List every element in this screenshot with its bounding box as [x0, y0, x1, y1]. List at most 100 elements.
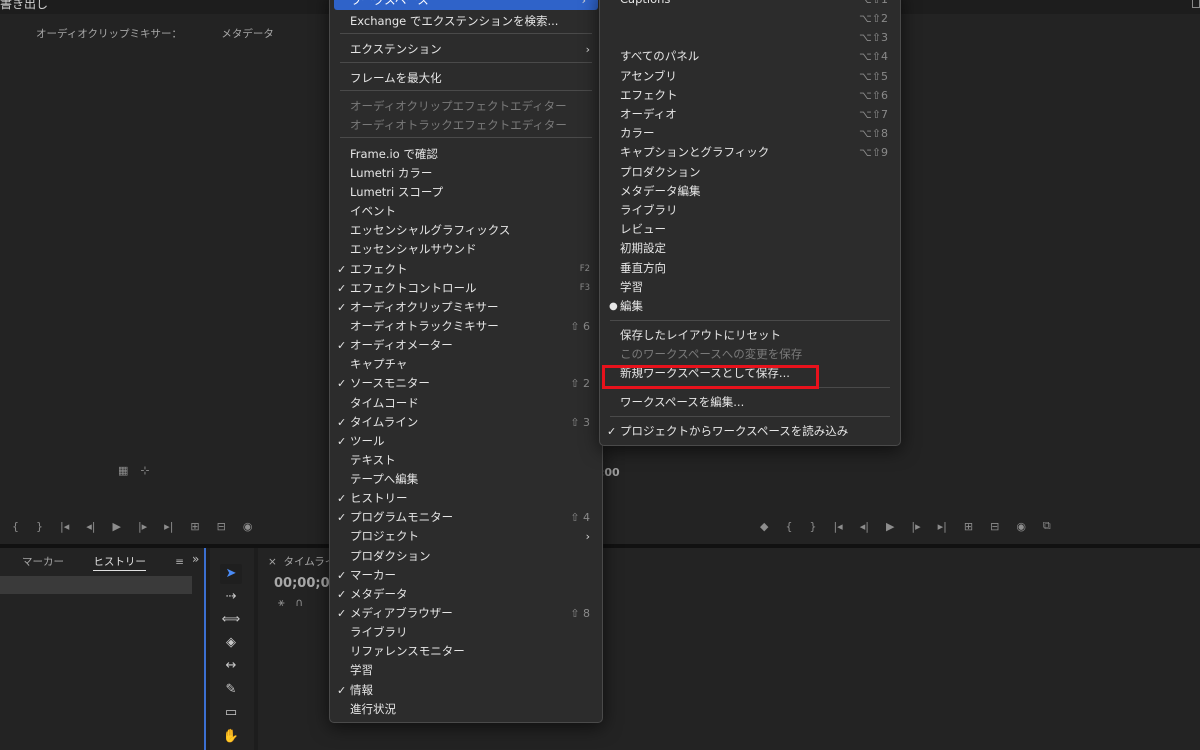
camera-icon[interactable]: ◉: [243, 520, 253, 533]
menu-item[interactable]: ワークスペース ›: [334, 0, 598, 10]
menu-item[interactable]: プロダクション: [600, 163, 900, 182]
panel-menu-icon[interactable]: ≡: [175, 556, 184, 568]
film-icon[interactable]: ▦: [118, 464, 128, 477]
menu-item[interactable]: キャプションとグラフィック ⌥⇧9: [600, 143, 900, 162]
menu-item[interactable]: エクステンション ›: [330, 40, 602, 59]
menu-item[interactable]: ● 編集: [600, 297, 900, 316]
menu-item[interactable]: Captions ⌥⇧1: [600, 0, 900, 9]
compare-icon[interactable]: ⧉: [1043, 519, 1051, 533]
go-to-in-icon[interactable]: |◂: [60, 520, 69, 533]
track-select-tool-icon[interactable]: ⇢: [220, 587, 242, 607]
menu-item[interactable]: オーディオ ⌥⇧7: [600, 105, 900, 124]
menu-item[interactable]: エッセンシャルグラフィックス: [330, 221, 602, 240]
menu-item[interactable]: ✓ オーディオクリップミキサー: [330, 298, 602, 317]
menu-item[interactable]: Lumetri カラー: [330, 164, 602, 183]
menu-item[interactable]: Frame.io で確認: [330, 145, 602, 164]
menu-item[interactable]: アセンブリ ⌥⇧5: [600, 67, 900, 86]
menu-item[interactable]: ✓ メタデータ: [330, 585, 602, 604]
menu-item[interactable]: ライブラリ: [330, 623, 602, 642]
mark-in-icon[interactable]: {: [785, 520, 792, 533]
history-row[interactable]: [0, 576, 192, 594]
menu-item[interactable]: キャプチャ: [330, 355, 602, 374]
step-forward-icon[interactable]: |▸: [138, 520, 147, 533]
menu-item[interactable]: エッセンシャルサウンド: [330, 240, 602, 259]
linked-selection-icon[interactable]: ∩: [295, 596, 303, 609]
tab-markers[interactable]: マーカー: [22, 556, 64, 568]
menu-item[interactable]: Lumetri スコープ: [330, 183, 602, 202]
menu-item[interactable]: 初期設定: [600, 239, 900, 258]
slip-tool-icon[interactable]: ↔: [220, 656, 242, 676]
window-control-icon[interactable]: [1192, 0, 1200, 8]
menu-item[interactable]: 保存したレイアウトにリセット: [600, 326, 900, 345]
play-icon[interactable]: ▶: [886, 520, 894, 533]
menu-item[interactable]: ✓ プログラムモニター ⇧ 4: [330, 508, 602, 527]
menu-item[interactable]: ✓ エフェクト F2: [330, 260, 602, 279]
menu-item[interactable]: フレームを最大化: [330, 69, 602, 88]
step-back-icon[interactable]: ◂|: [86, 520, 95, 533]
insert-icon[interactable]: ⊞: [190, 520, 199, 533]
extract-icon[interactable]: ⊟: [990, 520, 999, 533]
menu-item[interactable]: リファレンスモニター: [330, 642, 602, 661]
tab-history[interactable]: ヒストリー: [93, 556, 146, 571]
shortcut-label: ⇧ 2: [570, 377, 590, 390]
menu-item[interactable]: エフェクト ⌥⇧6: [600, 86, 900, 105]
menu-item[interactable]: 学習: [600, 278, 900, 297]
menu-item[interactable]: オーディオトラックミキサー ⇧ 6: [330, 317, 602, 336]
menu-item[interactable]: ⌥⇧2: [600, 9, 900, 28]
marker-icon[interactable]: ◆: [760, 520, 768, 533]
rectangle-tool-icon[interactable]: ▭: [220, 703, 242, 723]
menu-item[interactable]: ✓ エフェクトコントロール F3: [330, 279, 602, 298]
menu-item[interactable]: カラー ⌥⇧8: [600, 124, 900, 143]
go-to-out-icon[interactable]: ▸|: [164, 520, 173, 533]
go-to-out-icon[interactable]: ▸|: [938, 520, 947, 533]
tab-metadata[interactable]: メタデータ: [221, 28, 274, 40]
mark-out-icon[interactable]: }: [36, 520, 43, 533]
mark-out-icon[interactable]: }: [809, 520, 816, 533]
play-icon[interactable]: ▶: [112, 520, 120, 533]
menu-item[interactable]: イベント: [330, 202, 602, 221]
menu-item[interactable]: ✓ オーディオメーター: [330, 336, 602, 355]
mark-in-icon[interactable]: {: [12, 520, 19, 533]
razor-tool-icon[interactable]: ◈: [220, 633, 242, 653]
timeline-tab[interactable]: × タイムライ: [268, 554, 335, 569]
menu-item[interactable]: Exchange でエクステンションを検索...: [330, 12, 602, 31]
menu-item[interactable]: レビュー: [600, 220, 900, 239]
overwrite-icon[interactable]: ⊟: [217, 520, 226, 533]
menu-item[interactable]: プロジェクト ›: [330, 527, 602, 546]
pen-tool-icon[interactable]: ✎: [220, 680, 242, 700]
lift-icon[interactable]: ⊞: [964, 520, 973, 533]
menu-item[interactable]: 垂直方向: [600, 259, 900, 278]
more-panels-icon[interactable]: »: [192, 552, 199, 566]
step-forward-icon[interactable]: |▸: [911, 520, 920, 533]
ripple-edit-tool-icon[interactable]: ⟺: [220, 610, 242, 630]
menu-item[interactable]: テキスト: [330, 451, 602, 470]
menu-item[interactable]: テープへ編集: [330, 470, 602, 489]
menu-item[interactable]: メタデータ編集: [600, 182, 900, 201]
go-to-in-icon[interactable]: |◂: [833, 520, 842, 533]
selection-tool-icon[interactable]: ➤: [220, 564, 242, 584]
menu-item[interactable]: ⌥⇧3: [600, 28, 900, 47]
menu-item[interactable]: ✓ ヒストリー: [330, 489, 602, 508]
menu-item[interactable]: ✓ プロジェクトからワークスペースを読み込み: [600, 422, 900, 441]
menu-item[interactable]: 進行状況: [330, 700, 602, 719]
menu-item[interactable]: ✓ タイムライン ⇧ 3: [330, 413, 602, 432]
close-icon[interactable]: ×: [268, 556, 277, 568]
menu-item[interactable]: ✓ 情報: [330, 681, 602, 700]
menu-item[interactable]: 学習: [330, 661, 602, 680]
step-back-icon[interactable]: ◂|: [860, 520, 869, 533]
audio-wave-icon[interactable]: ⊹: [140, 464, 149, 477]
menu-item[interactable]: ✓ ソースモニター ⇧ 2: [330, 374, 602, 393]
snap-icon[interactable]: ⚹: [278, 596, 285, 609]
menu-item[interactable]: ✓ メディアブラウザー ⇧ 8: [330, 604, 602, 623]
tab-audio-clip-mixer[interactable]: オーディオクリップミキサー：: [36, 28, 182, 40]
menu-item[interactable]: タイムコード: [330, 394, 602, 413]
menu-item[interactable]: ✓ ツール: [330, 432, 602, 451]
menu-item-label: すべてのパネル: [620, 49, 700, 63]
menu-item[interactable]: すべてのパネル ⌥⇧4: [600, 47, 900, 66]
hand-tool-icon[interactable]: ✋: [220, 727, 242, 747]
menu-item[interactable]: プロダクション: [330, 547, 602, 566]
menu-item[interactable]: ライブラリ: [600, 201, 900, 220]
menu-item[interactable]: ワークスペースを編集...: [600, 393, 900, 412]
camera-icon[interactable]: ◉: [1016, 520, 1026, 533]
menu-item[interactable]: ✓ マーカー: [330, 566, 602, 585]
